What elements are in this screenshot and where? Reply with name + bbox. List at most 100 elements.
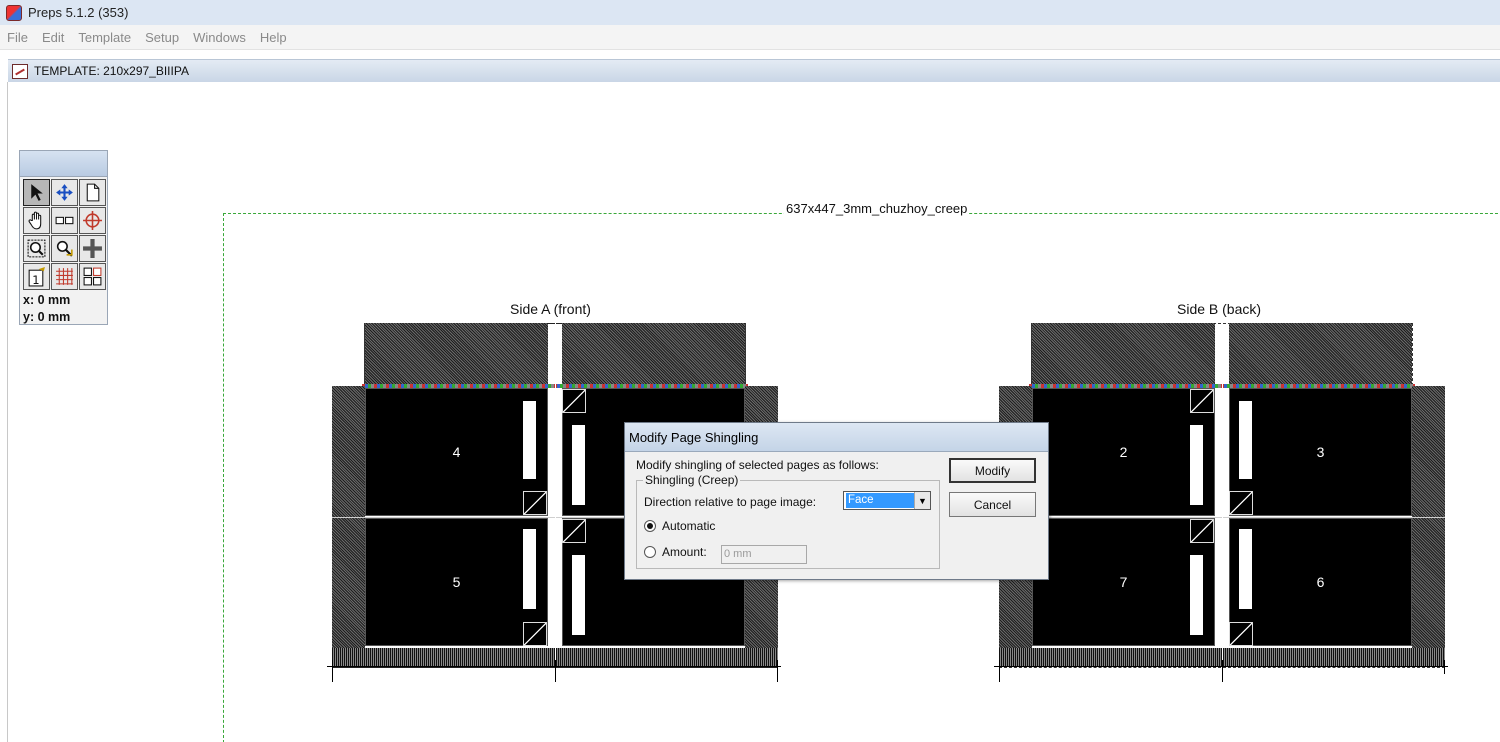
menu-file[interactable]: File [0, 30, 35, 45]
fold-mark [523, 622, 547, 646]
spacing-icon[interactable] [51, 207, 78, 234]
page-bar [1239, 529, 1252, 609]
move-icon[interactable] [51, 179, 78, 206]
menu-template[interactable]: Template [71, 30, 138, 45]
menu-setup[interactable]: Setup [138, 30, 186, 45]
page-cell[interactable]: 7 [1032, 518, 1215, 646]
fold-mark [1190, 389, 1214, 413]
gripper-area [1229, 323, 1412, 385]
page-bar [1190, 555, 1203, 635]
target-icon[interactable] [79, 207, 106, 234]
page-icon[interactable] [79, 179, 106, 206]
menu-bar: File Edit Template Setup Windows Help [0, 25, 1500, 50]
select-arrow-icon[interactable] [23, 179, 50, 206]
menu-help[interactable]: Help [253, 30, 294, 45]
fold-mark [1229, 491, 1253, 515]
page-cell[interactable]: 2 [1032, 388, 1215, 516]
page-cell[interactable]: 3 [1229, 388, 1412, 516]
amount-option[interactable]: Amount: [644, 545, 707, 559]
app-window: Preps 5.1.2 (353) File Edit Template Set… [0, 0, 1500, 742]
window-edge [7, 82, 8, 742]
side-b-label: Side B (back) [1177, 301, 1262, 317]
automatic-label: Automatic [662, 519, 716, 533]
zoom-in-icon[interactable] [23, 235, 50, 262]
sheet-name: 637x447_3mm_chuzhoy_creep [784, 201, 970, 216]
corner-area [1412, 323, 1445, 386]
cross-icon[interactable] [79, 235, 106, 262]
amount-input[interactable]: 0 mm [721, 545, 807, 564]
modify-page-shingling-dialog: Modify Page Shingling Modify shingling o… [624, 422, 1049, 580]
modify-button[interactable]: Modify [949, 458, 1036, 483]
template-icon [12, 63, 28, 79]
page-bar [1190, 425, 1203, 505]
menu-windows[interactable]: Windows [186, 30, 253, 45]
page-bar [572, 555, 585, 635]
crop-mark [1222, 660, 1223, 682]
toolbox-palette: 1 x: 0 mm y: 0 mm [19, 150, 108, 325]
automatic-radio[interactable] [644, 520, 656, 532]
spine-line [1222, 323, 1223, 668]
grid-icon[interactable] [51, 263, 78, 290]
page-number: 3 [1316, 444, 1325, 460]
direction-label: Direction relative to page image: [644, 495, 817, 509]
crop-mark [327, 666, 781, 667]
document-header: TEMPLATE: 210x297_BIIIPA [8, 59, 1500, 82]
page-bar [1239, 401, 1252, 479]
page-number-icon[interactable]: 1 [23, 263, 50, 290]
amount-label: Amount: [662, 545, 707, 559]
corner-area [999, 323, 1032, 386]
page-number: 4 [452, 444, 461, 460]
direction-select[interactable]: Face ▼ [843, 491, 931, 510]
fold-mark [1229, 622, 1253, 646]
side-b-sheet[interactable]: 2 3 7 6 [999, 323, 1445, 668]
page-number: 7 [1119, 574, 1128, 590]
title-bar: Preps 5.1.2 (353) [0, 0, 1500, 25]
window-title: Preps 5.1.2 (353) [28, 5, 129, 20]
page-number: 6 [1316, 574, 1325, 590]
page-number: 2 [1119, 444, 1128, 460]
cancel-button[interactable]: Cancel [949, 492, 1036, 517]
document-title: TEMPLATE: 210x297_BIIIPA [34, 64, 189, 78]
crop-mark [555, 660, 556, 682]
toolbox-titlebar[interactable] [20, 151, 107, 177]
page-bar [523, 529, 536, 609]
crop-mark [1444, 660, 1445, 674]
automatic-option[interactable]: Automatic [644, 519, 715, 533]
amount-radio[interactable] [644, 546, 656, 558]
gripper-area [1032, 323, 1215, 385]
crop-mark [777, 660, 778, 682]
spine-line [555, 323, 556, 668]
corner-area [332, 323, 365, 386]
fold-mark [523, 491, 547, 515]
page-bar [572, 425, 585, 505]
chevron-down-icon[interactable]: ▼ [914, 492, 930, 509]
page-number: 5 [452, 574, 461, 590]
layout-icon[interactable] [79, 263, 106, 290]
crop-mark [332, 660, 333, 682]
page-cell[interactable]: 5 [365, 518, 548, 646]
page-cell[interactable]: 4 [365, 388, 548, 516]
fold-mark [562, 519, 586, 543]
page-cell[interactable]: 6 [1229, 518, 1412, 646]
fold-mark [1190, 519, 1214, 543]
menu-edit[interactable]: Edit [35, 30, 71, 45]
dialog-description: Modify shingling of selected pages as fo… [636, 458, 879, 472]
shingling-group: Shingling (Creep) Direction relative to … [636, 473, 940, 569]
page-bar [523, 401, 536, 479]
hand-icon[interactable] [23, 207, 50, 234]
crop-mark [999, 660, 1000, 682]
corner-area [745, 323, 778, 386]
x-coordinate: x: 0 mm [23, 293, 71, 307]
fold-mark [562, 389, 586, 413]
side-a-label: Side A (front) [510, 301, 591, 317]
gripper-area [562, 323, 745, 385]
group-label: Shingling (Creep) [643, 473, 741, 487]
y-coordinate: y: 0 mm [23, 310, 71, 324]
crop-mark [994, 666, 1448, 667]
direction-value: Face [846, 493, 914, 508]
gripper-area [365, 323, 548, 385]
app-icon [6, 4, 22, 21]
zoom-out-icon[interactable] [51, 235, 78, 262]
dialog-title[interactable]: Modify Page Shingling [625, 423, 1048, 452]
svg-text:1: 1 [32, 273, 39, 287]
